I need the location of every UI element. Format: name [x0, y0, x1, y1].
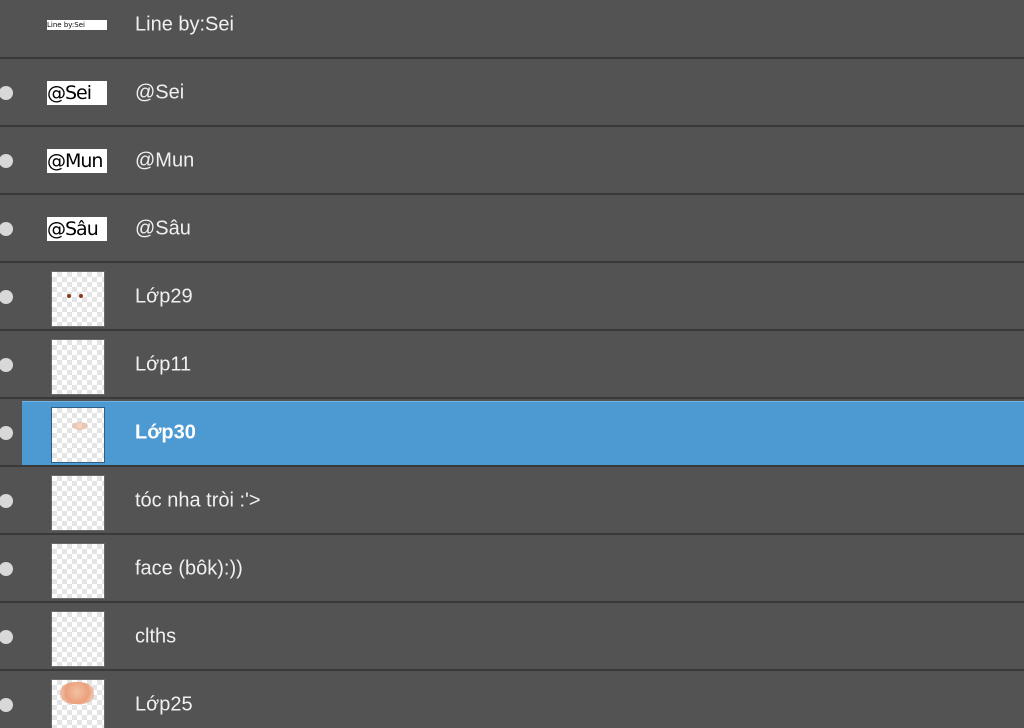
layer-row-lop29[interactable]: Lớp29 — [0, 265, 1024, 331]
layer-row-lop11[interactable]: Lớp11 — [0, 333, 1024, 399]
layer-thumbnail: @Sâu — [47, 217, 107, 241]
thumbnail-content — [67, 294, 87, 300]
layer-thumbnail — [51, 475, 105, 531]
visibility-toggle-icon[interactable] — [0, 222, 13, 236]
layer-thumbnail — [51, 679, 105, 728]
layer-name[interactable]: Lớp30 — [135, 422, 196, 445]
visibility-toggle-icon[interactable] — [0, 86, 13, 100]
layer-row-at-sei[interactable]: @Sei @Sei — [0, 61, 1024, 127]
layer-row-line-by-sei[interactable]: Line by:Sei Line by:Sei — [0, 0, 1024, 59]
layer-name[interactable]: face (bôk):)) — [135, 558, 243, 581]
layer-name[interactable]: @Sâu — [135, 218, 191, 241]
layers-panel: Line by:Sei Line by:Sei @Sei @Sei @Mun @… — [0, 0, 1024, 728]
layer-thumbnail: @Mun — [47, 149, 107, 173]
layer-name[interactable]: Lớp25 — [135, 694, 193, 717]
layer-thumbnail — [51, 407, 105, 463]
layer-row-toc-nha-troi[interactable]: tóc nha tròi :'> — [0, 469, 1024, 535]
visibility-toggle-icon[interactable] — [0, 630, 13, 644]
layer-thumbnail — [51, 543, 105, 599]
thumbnail-content — [60, 682, 94, 704]
visibility-toggle-icon[interactable] — [0, 562, 13, 576]
layer-row-lop30[interactable]: Lớp30 — [0, 401, 1024, 467]
layer-thumbnail: Line by:Sei — [47, 20, 107, 30]
layer-name[interactable]: Line by:Sei — [135, 14, 234, 37]
visibility-toggle-icon[interactable] — [0, 494, 13, 508]
layer-row-lop25[interactable]: Lớp25 — [0, 673, 1024, 728]
layer-thumbnail — [51, 611, 105, 667]
visibility-toggle-icon[interactable] — [0, 154, 13, 168]
layer-row-at-sau[interactable]: @Sâu @Sâu — [0, 197, 1024, 263]
visibility-toggle-icon[interactable] — [0, 358, 13, 372]
layer-thumbnail — [51, 339, 105, 395]
layer-name[interactable]: Lớp29 — [135, 286, 193, 309]
layer-thumbnail: @Sei — [47, 81, 107, 105]
layer-name[interactable]: clths — [135, 626, 176, 649]
visibility-toggle-icon[interactable] — [0, 426, 13, 440]
layer-row-face-bok[interactable]: face (bôk):)) — [0, 537, 1024, 603]
thumbnail-content — [72, 422, 88, 430]
layer-name[interactable]: @Mun — [135, 150, 194, 173]
layer-name[interactable]: tóc nha tròi :'> — [135, 490, 261, 513]
layer-name[interactable]: Lớp11 — [135, 354, 191, 377]
visibility-toggle-icon[interactable] — [0, 698, 13, 712]
layer-name[interactable]: @Sei — [135, 82, 184, 105]
layer-row-at-mun[interactable]: @Mun @Mun — [0, 129, 1024, 195]
layer-thumbnail — [51, 271, 105, 327]
layer-row-clths[interactable]: clths — [0, 605, 1024, 671]
visibility-toggle-icon[interactable] — [0, 290, 13, 304]
